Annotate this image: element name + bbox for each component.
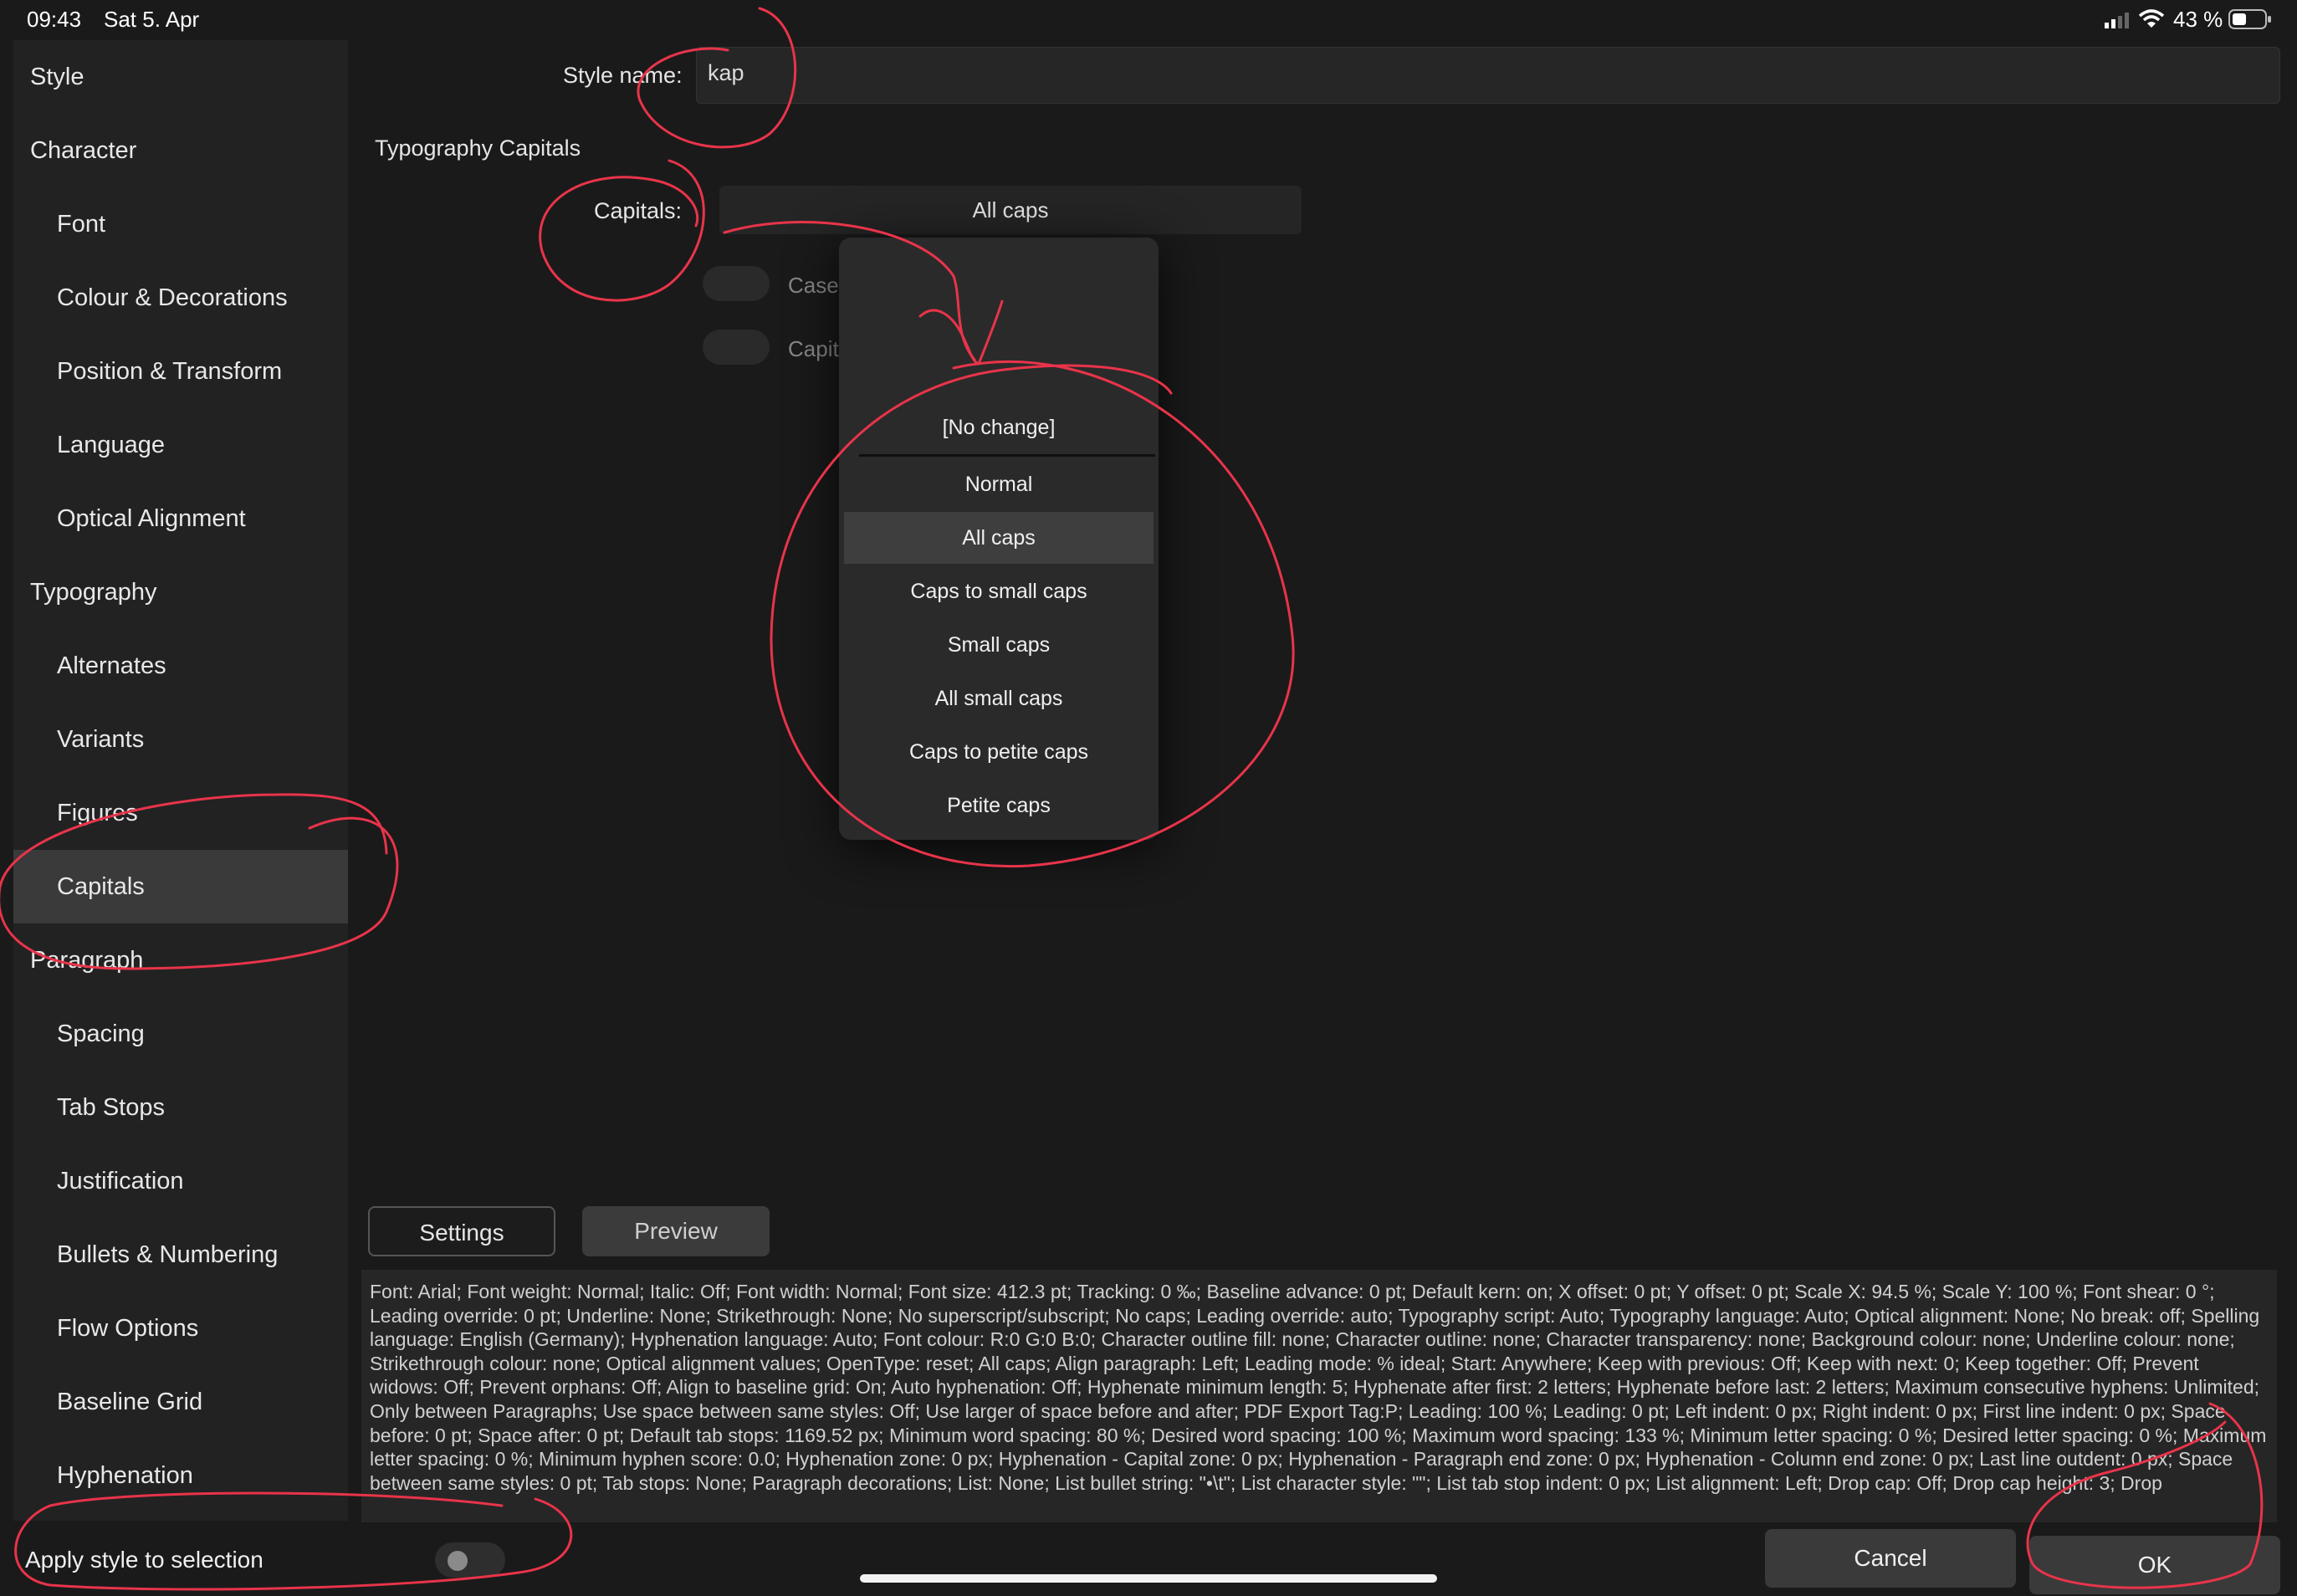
dropdown-option-small-caps[interactable]: Small caps (844, 619, 1154, 671)
style-name-label: Style name: (563, 63, 683, 88)
sidebar-item-typography[interactable]: Typography (13, 555, 348, 629)
sidebar-item-optical-alignment[interactable]: Optical Alignment (13, 482, 348, 555)
signal-icon (2105, 12, 2133, 33)
battery-icon (2228, 8, 2272, 34)
apply-style-label: Apply style to selection (25, 1547, 263, 1573)
status-bar: 09:43 Sat 5. Apr 43 % (0, 0, 2297, 38)
sidebar-item-tab-stops[interactable]: Tab Stops (13, 1071, 348, 1144)
style-name-value: kap (708, 60, 744, 85)
dropdown-option-normal[interactable]: Normal (844, 458, 1154, 510)
dropdown-option-caps-to-petite-caps[interactable]: Caps to petite caps (844, 726, 1154, 778)
sidebar-item-variants[interactable]: Variants (13, 703, 348, 776)
sidebar-item-language[interactable]: Language (13, 408, 348, 482)
case-label: Case (788, 273, 839, 298)
sidebar-item-baseline-grid[interactable]: Baseline Grid (13, 1365, 348, 1439)
annotation-circle-capitals (539, 159, 705, 302)
capitals-select-value: All caps (972, 197, 1049, 223)
sidebar-item-paragraph[interactable]: Paragraph (13, 923, 348, 997)
ok-button[interactable]: OK (2029, 1536, 2280, 1594)
capit-label: Capit (788, 336, 839, 361)
sidebar-item-style[interactable]: Style (13, 40, 348, 114)
capitals-label: Capitals: (594, 198, 683, 223)
dropdown-option-all-small-caps[interactable]: All small caps (844, 673, 1154, 724)
case-toggle[interactable] (703, 266, 770, 301)
sidebar-item-colour-decorations[interactable]: Colour & Decorations (13, 261, 348, 335)
capit-toggle[interactable] (703, 330, 770, 365)
style-description-text: Font: Arial; Font weight: Normal; Italic… (370, 1281, 2267, 1494)
sidebar-item-alternates[interactable]: Alternates (13, 629, 348, 703)
tab-settings[interactable]: Settings (368, 1206, 555, 1256)
dropdown-option-petite-caps[interactable]: Petite caps (844, 780, 1154, 831)
section-title: Typography Capitals (375, 136, 581, 161)
style-description-panel: Font: Arial; Font weight: Normal; Italic… (361, 1270, 2277, 1522)
sidebar-item-hyphenation[interactable]: Hyphenation (13, 1439, 348, 1512)
dropdown-option-no-change[interactable]: [No change] (844, 402, 1154, 453)
sidebar-item-position-transform[interactable]: Position & Transform (13, 335, 348, 408)
sidebar-item-capitals[interactable]: Capitals (13, 850, 348, 923)
tab-preview[interactable]: Preview (582, 1206, 770, 1256)
home-indicator[interactable] (860, 1574, 1437, 1583)
apply-style-toggle[interactable] (435, 1542, 505, 1578)
sidebar-item-justification[interactable]: Justification (13, 1144, 348, 1218)
dropdown-option-all-caps[interactable]: All caps (844, 512, 1154, 564)
status-time: 09:43 (27, 7, 82, 32)
battery-percent: 43 % (2173, 7, 2223, 32)
sidebar-item-character[interactable]: Character (13, 114, 348, 187)
capitals-dropdown: [No change] Normal All caps Caps to small c… (839, 238, 1159, 840)
sidebar-item-bullets-numbering[interactable]: Bullets & Numbering (13, 1218, 348, 1292)
dropdown-separator (859, 454, 1155, 457)
apply-style-toggle-knob (448, 1551, 468, 1571)
cancel-button[interactable]: Cancel (1765, 1529, 2016, 1588)
wifi-icon (2138, 8, 2165, 34)
sidebar-item-spacing[interactable]: Spacing (13, 997, 348, 1071)
status-date: Sat 5. Apr (104, 7, 200, 32)
sidebar-item-font[interactable]: Font (13, 187, 348, 261)
sidebar-item-figures[interactable]: Figures (13, 776, 348, 850)
style-name-input[interactable] (696, 47, 2280, 104)
sidebar-item-flow-options[interactable]: Flow Options (13, 1292, 348, 1365)
dropdown-option-caps-to-small-caps[interactable]: Caps to small caps (844, 565, 1154, 617)
sidebar: Style Character Font Colour & Decorations Po… (13, 40, 348, 1521)
